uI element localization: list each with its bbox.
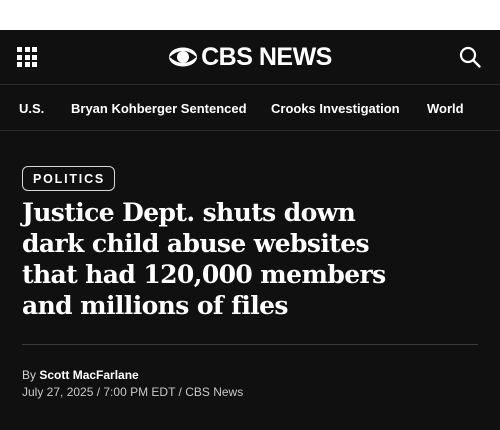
nav-item-us[interactable]: U.S. <box>19 101 44 116</box>
headline-line: that had 120,000 members <box>22 260 386 289</box>
author-link[interactable]: Scott MacFarlane <box>39 368 138 382</box>
dateline: July 27, 2025 / 7:00 PM EDT / CBS News <box>22 385 244 399</box>
category-badge[interactable]: POLITICS <box>22 166 116 191</box>
divider <box>22 344 478 345</box>
article-header: POLITICS Justice Dept. shuts down dark c… <box>0 131 500 430</box>
headline-line: and millions of files <box>22 291 289 320</box>
nav-item-crooks-investigation[interactable]: Crooks Investigation <box>271 101 400 116</box>
byline-prefix: By <box>22 368 37 382</box>
cbs-news-logo[interactable]: CBS NEWS <box>0 42 500 72</box>
nav-item-bryan-kohberger[interactable]: Bryan Kohberger Sentenced <box>71 101 247 116</box>
headline-line: dark child abuse websites <box>22 229 370 258</box>
site-header: CBS NEWS <box>0 30 500 85</box>
logo-text: CBS NEWS <box>201 42 332 71</box>
search-icon[interactable] <box>458 45 482 69</box>
nav-item-world[interactable]: World <box>427 101 464 116</box>
cbs-eye-icon <box>169 47 198 67</box>
byline: By Scott MacFarlane <box>22 368 139 382</box>
topic-nav: U.S. Bryan Kohberger Sentenced Crooks In… <box>0 85 500 131</box>
headline-line: Justice Dept. shuts down <box>22 198 356 227</box>
headline: Justice Dept. shuts down dark child abus… <box>22 197 492 321</box>
status-bar-area <box>0 0 500 30</box>
